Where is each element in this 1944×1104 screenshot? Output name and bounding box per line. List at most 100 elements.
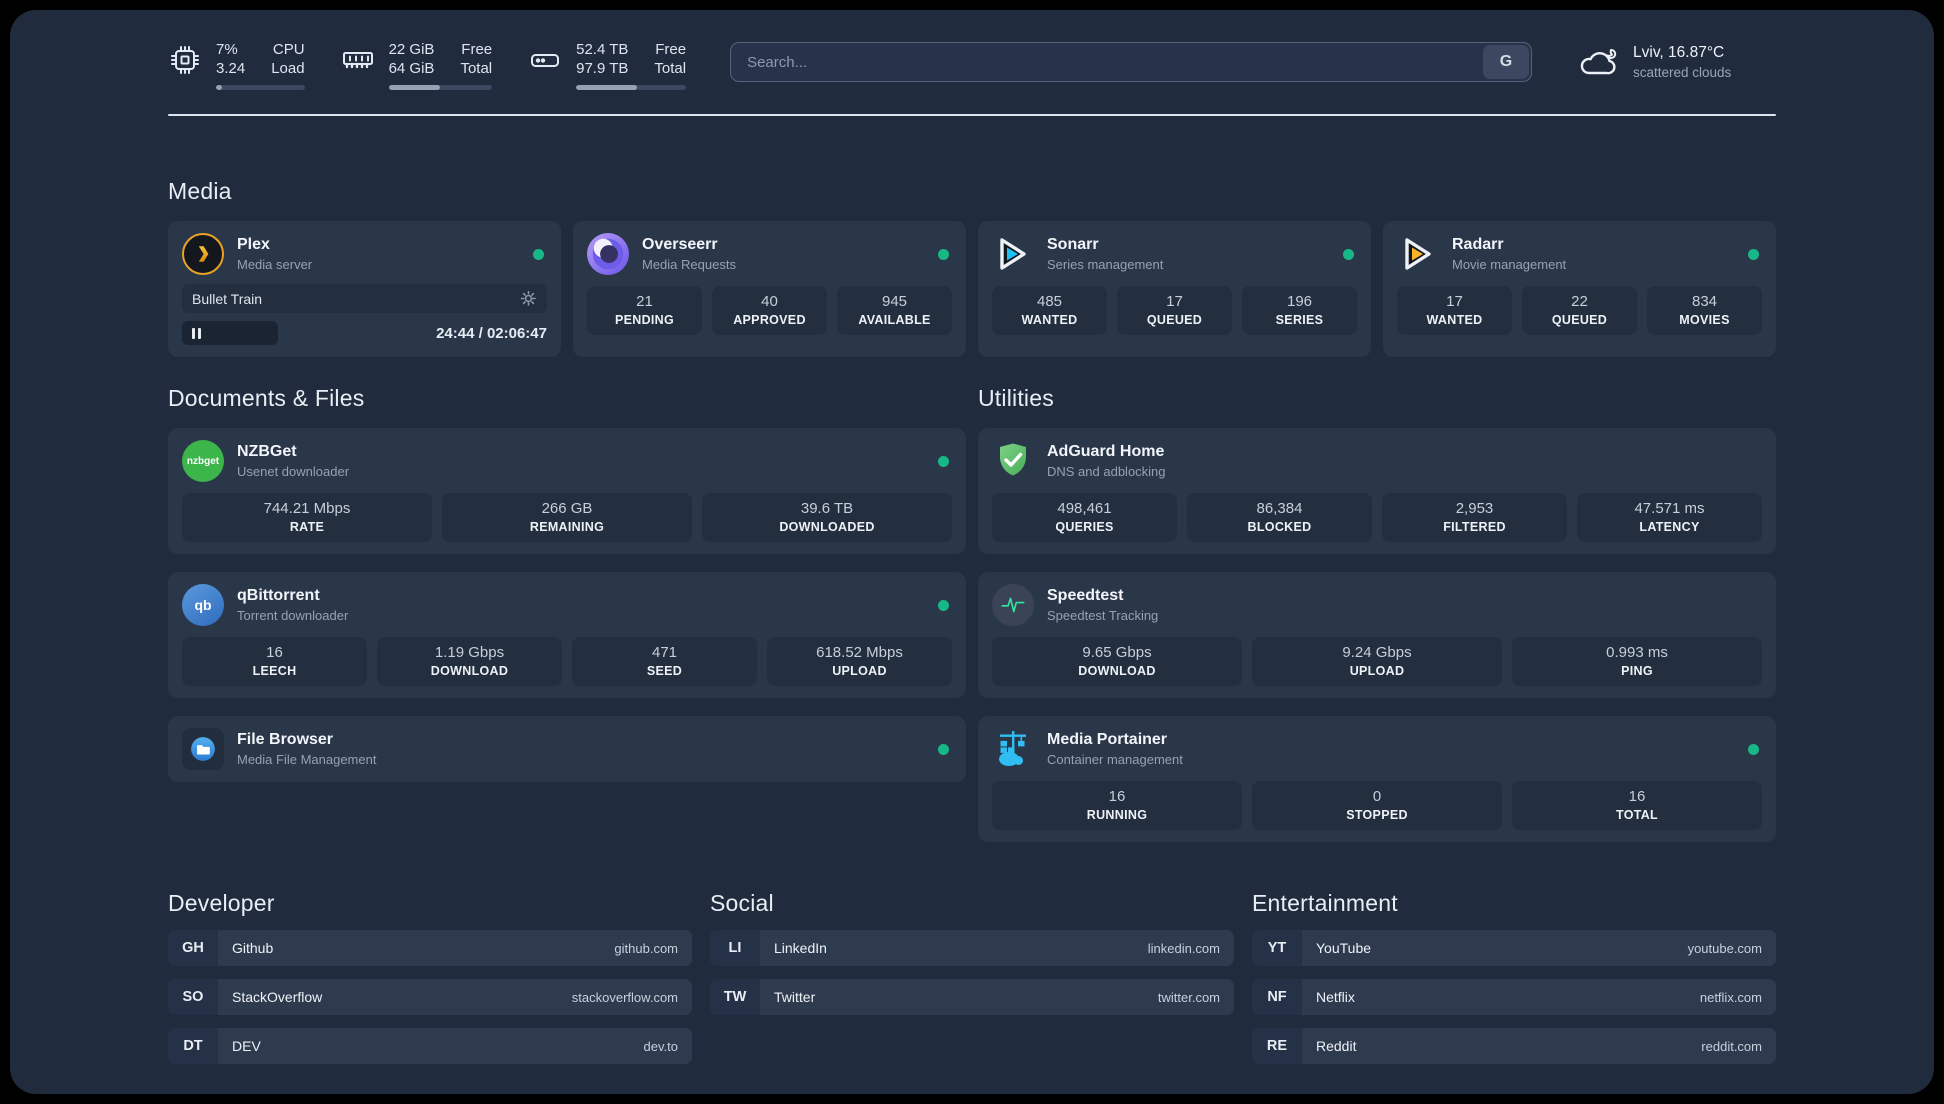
app-card-speedtest[interactable]: Speedtest Speedtest Tracking 9.65 Gbps DO… [978,572,1776,698]
link-abbr: GH [168,930,218,966]
link-abbr: DT [168,1028,218,1064]
status-badge [533,248,544,260]
link-dev[interactable]: DT DEV dev.to [168,1028,692,1064]
qbittorrent-icon: qb [182,584,224,626]
section-entertainment: Entertainment YT YouTube youtube.com NF N… [1252,890,1776,1064]
link-youtube[interactable]: YT YouTube youtube.com [1252,930,1776,966]
link-linkedin[interactable]: LI LinkedIn linkedin.com [710,930,1234,966]
cpu-icon [171,46,199,74]
now-playing-title: Bullet Train [192,290,263,307]
stat-latency: 47.571 ms LATENCY [1577,493,1762,542]
app-card-filebrowser[interactable]: File Browser Media File Management [168,716,966,782]
app-desc: Usenet downloader [237,464,350,479]
status-badge [1343,248,1354,260]
header-divider [168,114,1776,116]
stat-stopped: 0 STOPPED [1252,781,1502,830]
app-desc: Media File Management [237,752,377,767]
section-title-entertainment: Entertainment [1252,890,1398,916]
app-desc: Movie management [1452,257,1567,272]
link-name: Reddit [1316,1038,1357,1054]
playback-time: 24:44 / 02:06:47 [436,324,547,342]
gear-icon[interactable] [520,290,537,307]
stat-seed: 471 SEED [572,637,757,686]
section-media: Media Plex Media server Bullet Train 24:… [168,178,1776,357]
link-netflix[interactable]: NF Netflix netflix.com [1252,979,1776,1015]
cpu-progress-bar [216,85,305,90]
cpu-load-label: Load [271,60,305,77]
disk-free-label: Free [655,41,687,58]
stat-download: 1.19 Gbps DOWNLOAD [377,637,562,686]
section-title-developer: Developer [168,890,275,916]
app-card-radarr[interactable]: Radarr Movie management 17 WANTED 22 QUEUE… [1383,221,1776,357]
stat-wanted: 17 WANTED [1397,286,1512,335]
app-name: NZBGet [237,443,297,460]
plex-icon [182,233,224,275]
pause-button[interactable] [182,321,278,345]
link-name: LinkedIn [774,940,827,956]
disk-stat: 52.4 TB 97.9 TB Free Total [528,40,687,90]
stat-queued: 17 QUEUED [1117,286,1232,335]
cpu-stat: 7% 3.24 CPU Load [168,40,305,90]
portainer-icon [992,728,1034,770]
cpu-load-value: 3.24 [216,60,246,77]
search-input[interactable] [730,42,1532,82]
status-badge [1748,743,1759,755]
link-abbr: YT [1252,930,1302,966]
section-title-media: Media [168,178,232,204]
disk-progress-bar [576,85,687,90]
weather-condition: scattered clouds [1633,65,1732,80]
app-card-qbittorrent[interactable]: qb qBittorrent Torrent downloader 16 LEEC… [168,572,966,698]
app-name: Plex [237,236,270,253]
link-url: github.com [614,940,678,956]
stat-wanted: 485 WANTED [992,286,1107,335]
ram-free-value: 22 GiB [388,41,435,58]
stat-ping: 0.993 ms PING [1512,637,1762,686]
app-desc: Media server [237,257,313,272]
overseerr-icon [587,233,629,275]
app-card-adguard[interactable]: AdGuard Home DNS and adblocking 498,461 Q… [978,428,1776,554]
link-reddit[interactable]: RE Reddit reddit.com [1252,1028,1776,1064]
app-name: Radarr [1452,236,1504,253]
app-desc: Torrent downloader [237,608,349,623]
link-name: StackOverflow [232,989,323,1005]
weather-widget: Lviv, 16.87°C scattered clouds [1576,42,1776,82]
nzbget-icon: nzbget [182,440,224,482]
sonarr-icon [992,233,1034,275]
stat-blocked: 86,384 BLOCKED [1187,493,1372,542]
app-desc: Speedtest Tracking [1047,608,1159,623]
plex-now-playing: Bullet Train 24:44 / 02:06:47 [182,284,547,345]
link-url: stackoverflow.com [571,989,678,1005]
link-twitter[interactable]: TW Twitter twitter.com [710,979,1234,1015]
ram-total-value: 64 GiB [388,60,435,77]
adguard-icon [992,440,1034,482]
app-name: qBittorrent [237,587,320,604]
app-card-portainer[interactable]: Media Portainer Container management 16 R… [978,716,1776,842]
stat-pending: 21 PENDING [587,286,702,335]
link-stackoverflow[interactable]: SO StackOverflow stackoverflow.com [168,979,692,1015]
status-badge [938,248,949,260]
section-title-utilities: Utilities [978,385,1054,411]
link-url: netflix.com [1699,989,1762,1005]
app-name: Overseerr [642,236,718,253]
app-desc: DNS and adblocking [1047,464,1166,479]
app-name: AdGuard Home [1047,443,1165,460]
search-box: G [730,42,1532,82]
search-engine-button[interactable]: G [1483,45,1529,79]
app-card-plex[interactable]: Plex Media server Bullet Train 24:44 / 0… [168,221,561,357]
app-card-sonarr[interactable]: Sonarr Series management 485 WANTED 17 QUE… [978,221,1371,357]
link-name: YouTube [1316,940,1372,956]
app-name: Media Portainer [1047,731,1168,748]
app-card-nzbget[interactable]: nzbget NZBGet Usenet downloader 744.21 M… [168,428,966,554]
cpu-label: CPU [272,41,305,58]
system-stats: 7% 3.24 CPU Load 22 GiB 64 GiB Free Total [168,40,687,90]
link-github[interactable]: GH Github github.com [168,930,692,966]
section-social: Social LI LinkedIn linkedin.com TW Twitte… [710,890,1234,1064]
disk-total-label: Total [654,60,687,77]
radarr-icon [1397,233,1439,275]
disk-free-value: 52.4 TB [576,41,629,58]
link-abbr: NF [1252,979,1302,1015]
speedtest-icon [992,584,1034,626]
ram-progress-bar [388,85,493,90]
app-card-overseerr[interactable]: Overseerr Media Requests 21 PENDING 40 APP… [573,221,966,357]
cloud-icon [1580,49,1617,75]
